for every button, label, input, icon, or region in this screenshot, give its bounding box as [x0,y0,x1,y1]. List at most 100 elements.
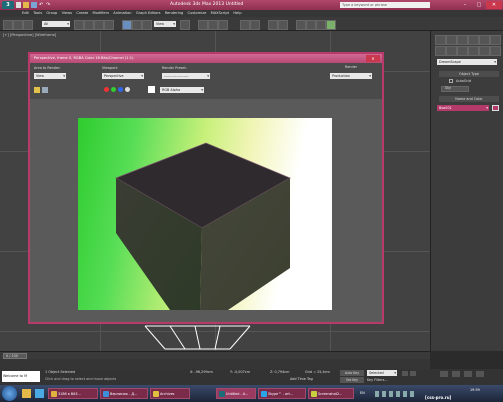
rendered-frame-icon[interactable] [316,20,326,30]
create-tab-icon[interactable] [435,35,446,45]
render-window-close-button[interactable]: ✕ [366,55,380,62]
reference-coordinate-dropdown[interactable]: View [154,21,176,27]
geometry-icon[interactable] [435,46,446,56]
select-by-name-icon[interactable] [84,20,94,30]
cameras-icon[interactable] [468,46,479,56]
taskbar-item-5[interactable]: Skype™ - art... [258,388,306,399]
menu-create[interactable]: Create [76,10,88,17]
select-object-icon[interactable] [74,20,84,30]
explorer-pin-icon[interactable] [22,389,31,398]
pan-icon[interactable] [464,371,472,377]
percent-snap-icon[interactable] [218,20,228,30]
menu-edit[interactable]: Edit [22,10,29,17]
shapes-icon[interactable] [446,46,457,56]
object-type-rollout[interactable]: Object Type [439,71,499,77]
menu-tools[interactable]: Tools [33,10,42,17]
time-slider[interactable]: 0 / 100 [0,351,430,359]
render-canvas[interactable] [78,118,332,310]
select-move-icon[interactable] [122,20,132,30]
render-production-icon[interactable] [326,20,336,30]
align-icon[interactable] [250,20,260,30]
auto-key-button[interactable]: Auto Key [340,370,364,376]
render-button[interactable]: Render [345,65,357,69]
x-coordinate[interactable]: X: -96,299cm [190,370,213,374]
menu-animation[interactable]: Animation [113,10,131,17]
menu-customize[interactable]: Customize [187,10,206,17]
autogrid-checkbox[interactable] [449,79,453,83]
lights-icon[interactable] [457,46,468,56]
channel-display-dropdown[interactable]: RGB Alpha [160,87,204,93]
language-indicator[interactable]: EN [360,391,365,395]
swatch-icon[interactable] [148,86,155,93]
name-and-color-rollout[interactable]: Name and Color [439,96,499,102]
taskbar-item-4[interactable]: Untitled - A... [216,388,256,399]
material-editor-icon[interactable] [296,20,306,30]
z-coordinate[interactable]: Z: 0,794cm [270,370,289,374]
layer-manager-icon[interactable] [268,20,278,30]
menu-graph-editors[interactable]: Graph Editors [136,10,161,17]
render-preset-dropdown[interactable]: -------------------- [162,73,210,79]
save-icon[interactable] [31,2,37,8]
menu-rendering[interactable]: Rendering [165,10,183,17]
taskbar-item-1[interactable]: 3186 в Bit3... [48,388,98,399]
viewport-label[interactable]: [+] [Perspective] [Wireframe] [3,33,56,37]
hierarchy-tab-icon[interactable] [457,35,468,45]
menu-views[interactable]: Views [62,10,72,17]
maxscript-listener[interactable]: Welcome to M [2,371,40,382]
y-coordinate[interactable]: Y: -0,007cm [230,370,250,374]
mirror-icon[interactable] [240,20,250,30]
orbit-icon[interactable] [452,371,460,377]
minimize-button[interactable]: – [458,1,472,9]
maximize-viewport-icon[interactable] [476,371,484,377]
tray-icons[interactable] [375,391,415,397]
select-rotate-icon[interactable] [132,20,142,30]
menu-help[interactable]: Help [233,10,241,17]
green-channel-icon[interactable] [111,87,116,92]
media-pin-icon[interactable] [35,389,44,398]
helpers-icon[interactable] [479,46,490,56]
motion-tab-icon[interactable] [468,35,479,45]
curve-editor-icon[interactable] [278,20,288,30]
object-color-swatch[interactable] [492,105,499,111]
open-icon[interactable] [23,2,29,8]
viewport-select-dropdown[interactable]: Perspective [102,73,144,79]
taskbar-item-6[interactable]: Screenshot2... [308,388,354,399]
modify-tab-icon[interactable] [446,35,457,45]
render-setup-icon[interactable] [306,20,316,30]
clock[interactable]: 19:59 [470,388,480,392]
set-key-button[interactable]: Set Key [340,377,364,383]
object-category-dropdown[interactable]: DreamScape [437,59,497,65]
blue-channel-icon[interactable] [118,87,123,92]
snap-toggle-icon[interactable] [198,20,208,30]
key-filters-button[interactable]: Key Filters... [367,378,388,382]
new-icon[interactable] [16,2,21,8]
save-image-icon[interactable] [34,87,40,93]
utilities-tab-icon[interactable] [490,35,501,45]
unlink-tool-icon[interactable] [23,20,33,30]
object-name-field[interactable]: Box001 [437,105,489,111]
selection-filter-dropdown[interactable]: All [42,21,70,27]
alpha-channel-icon[interactable] [125,87,130,92]
start-button[interactable] [2,386,17,401]
redo-icon[interactable]: ↷ [46,2,50,8]
track-bar[interactable] [0,359,430,369]
rectangle-selection-icon[interactable] [94,20,104,30]
menu-group[interactable]: Group [46,10,57,17]
search-input[interactable]: Type a keyword or phrase [340,2,430,8]
undo-icon[interactable]: ↶ [39,2,43,8]
display-tab-icon[interactable] [479,35,490,45]
zoom-extents-icon[interactable] [440,371,448,377]
copy-image-icon[interactable] [42,87,48,93]
red-channel-icon[interactable] [104,87,109,92]
systems-icon[interactable] [490,46,501,56]
taskbar-item-2[interactable]: Вернисаж - Д... [100,388,148,399]
angle-snap-icon[interactable] [208,20,218,30]
taskbar-item-3[interactable]: Archives [150,388,190,399]
undo-tool-icon[interactable] [3,20,13,30]
add-time-tag-button[interactable]: Add Time Tag [290,377,313,381]
select-scale-icon[interactable] [142,20,152,30]
area-to-render-dropdown[interactable]: View [34,73,66,79]
render-mode-dropdown[interactable]: Production [330,73,372,79]
menu-maxscript[interactable]: MAXScript [211,10,229,17]
pivot-icon[interactable] [180,20,190,30]
